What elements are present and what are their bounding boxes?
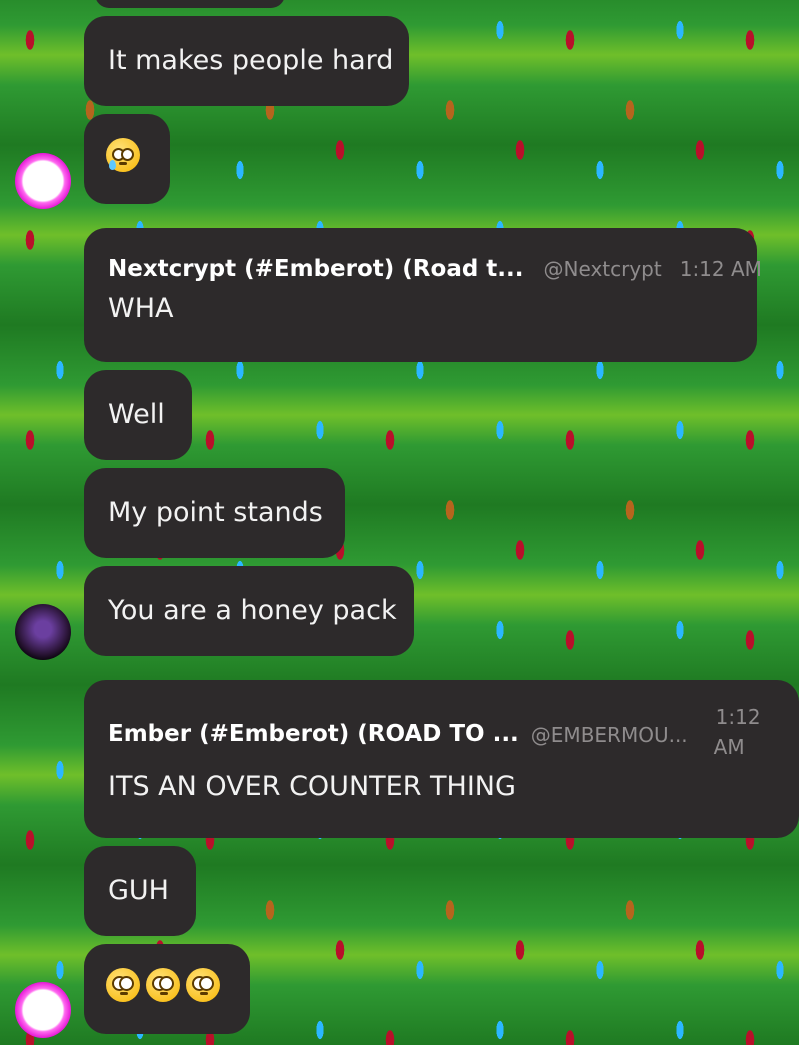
smiling-tear-emoji-icon (106, 138, 140, 172)
flushed-emoji-icon (146, 968, 180, 1002)
flushed-emoji-icon (186, 968, 220, 1002)
user-avatar[interactable] (15, 604, 71, 660)
message-text: ITS AN OVER COUNTER THING (108, 771, 516, 802)
message-bubble-partial[interactable] (95, 0, 285, 8)
message-header: Nextcrypt (#Emberot) (Road t... @Nextcry… (108, 256, 762, 282)
message-bubble[interactable]: Ember (#Emberot) (ROAD TO ... @EMBERMOU.… (84, 680, 799, 838)
message-text: Well (108, 399, 165, 430)
message-bubble[interactable] (84, 114, 170, 204)
flushed-emoji-icon (106, 968, 140, 1002)
user-avatar[interactable] (15, 153, 71, 209)
message-bubble[interactable] (84, 944, 250, 1034)
message-bubble[interactable]: It makes people hard (84, 16, 409, 106)
message-text: GUH (108, 875, 169, 906)
user-avatar[interactable] (15, 982, 71, 1038)
author-handle: @Nextcrypt (543, 257, 662, 281)
message-bubble[interactable]: Well (84, 370, 192, 460)
message-text: You are a honey pack (108, 595, 397, 626)
message-bubble[interactable]: My point stands (84, 468, 345, 558)
message-bubble[interactable]: You are a honey pack (84, 566, 414, 656)
message-timestamp: 1:12 AM (713, 705, 761, 759)
message-bubble[interactable]: Nextcrypt (#Emberot) (Road t... @Nextcry… (84, 228, 762, 362)
author-handle: @EMBERMOU... (530, 723, 688, 747)
message-text: WHA (108, 293, 174, 324)
message-header: Ember (#Emberot) (ROAD TO ... @EMBERMOU.… (108, 702, 775, 762)
message-timestamp: 1:12 AM (679, 257, 762, 281)
message-bubble[interactable]: GUH (84, 846, 196, 936)
author-name[interactable]: Ember (#Emberot) (ROAD TO ... (108, 721, 519, 747)
message-text: My point stands (108, 497, 323, 528)
author-name[interactable]: Nextcrypt (#Emberot) (Road t... (108, 256, 524, 282)
message-text: It makes people hard (108, 45, 394, 76)
